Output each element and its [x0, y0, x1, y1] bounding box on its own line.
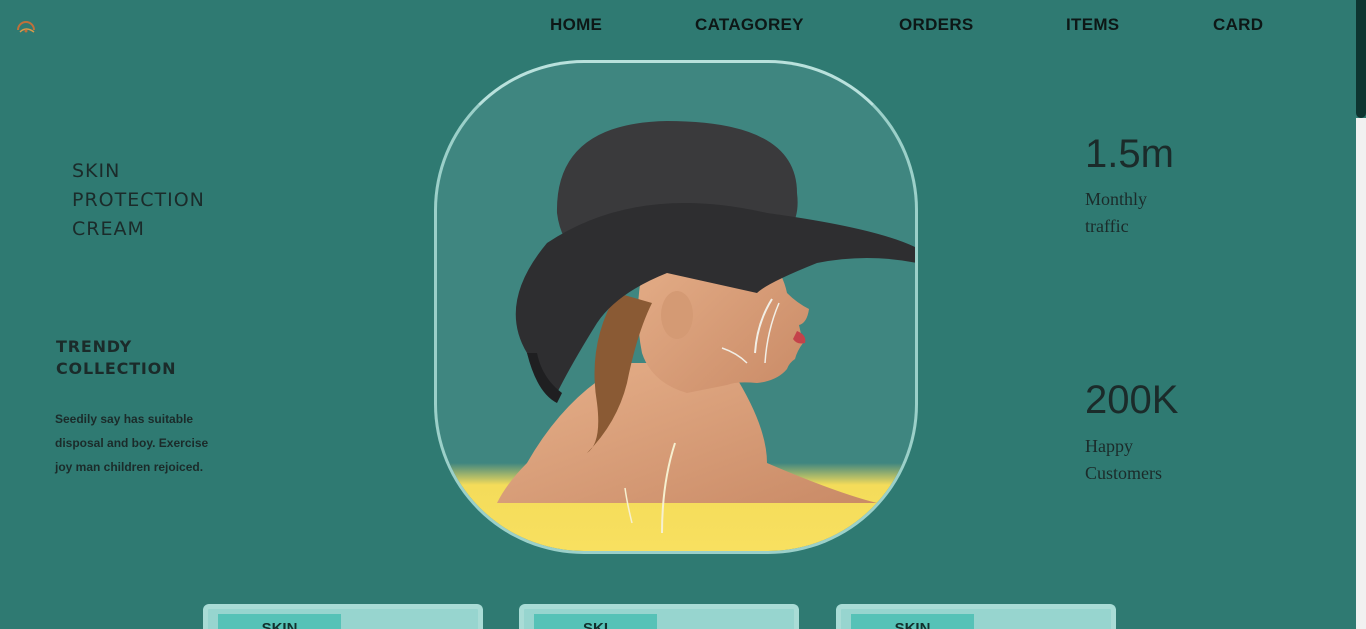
stat-label-line: traffic [1085, 216, 1129, 236]
trendy-title-line: TRENDY [56, 337, 133, 356]
product-card[interactable]: SKIN [836, 604, 1116, 629]
trendy-description: Seedily say has suitable disposal and bo… [55, 412, 209, 474]
scrollbar-thumb[interactable] [1356, 0, 1366, 118]
product-card[interactable]: SKIN [203, 604, 483, 629]
card-tag: SKI [534, 614, 657, 629]
hero-image-frame [434, 60, 918, 554]
stat-value-monthly-traffic: 1.5m [1085, 132, 1174, 176]
scrollbar-track[interactable] [1356, 118, 1366, 629]
trendy-title-line: COLLECTION [56, 359, 177, 378]
stat-label-line: Customers [1085, 463, 1163, 483]
woman-in-hat-image [437, 121, 915, 551]
nav-home[interactable]: HOME [550, 15, 602, 35]
stat-label-happy-customers: Happy Customers [1085, 433, 1205, 487]
main-nav: HOME CATAGOREY ORDERS ITEMS CARD [0, 15, 1356, 39]
nav-orders[interactable]: ORDERS [899, 15, 974, 35]
hero-title: SKIN PROTECTION CREAM [72, 157, 272, 244]
hero-title-line: CREAM [72, 218, 145, 240]
stat-value-happy-customers: 200K [1085, 378, 1179, 422]
card-tag: SKIN [851, 614, 974, 629]
stat-label-monthly-traffic: Monthly traffic [1085, 186, 1205, 240]
stat-label-line: Happy [1085, 436, 1133, 456]
product-card[interactable]: SKI [519, 604, 799, 629]
hero-title-line: SKIN [72, 160, 121, 182]
nav-items[interactable]: ITEMS [1066, 15, 1119, 35]
nav-category[interactable]: CATAGOREY [695, 15, 804, 35]
trendy-collection-title: TRENDY COLLECTION [56, 336, 256, 380]
hero-title-line: PROTECTION [72, 189, 205, 211]
card-tag: SKIN [218, 614, 341, 629]
nav-card[interactable]: CARD [1213, 15, 1263, 35]
page: HOME CATAGOREY ORDERS ITEMS CARD SKIN PR… [0, 0, 1366, 629]
stat-label-line: Monthly [1085, 189, 1148, 209]
